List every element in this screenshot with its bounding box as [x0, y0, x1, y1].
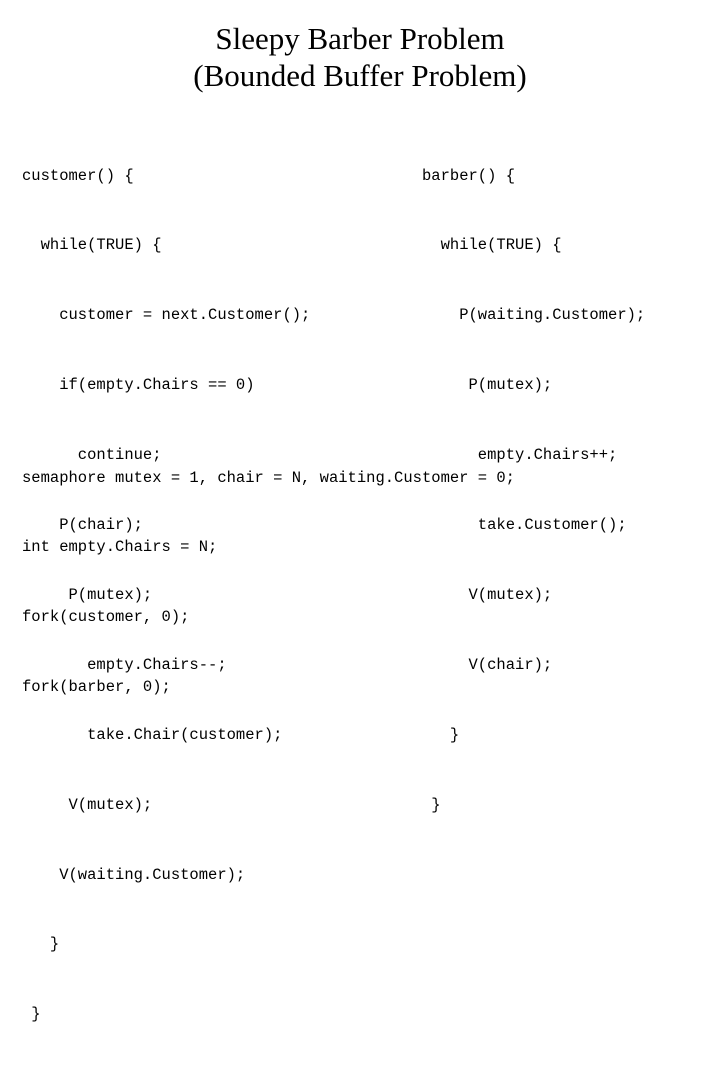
code-line: semaphore mutex = 1, chair = N, waiting.… [22, 468, 515, 487]
code-line: } [22, 1005, 41, 1024]
code-line: customer() { [22, 166, 134, 185]
code-line: P(mutex); [422, 376, 553, 395]
code-line: while(TRUE) { [22, 236, 162, 255]
code-line: barber() { [422, 166, 516, 185]
code-line: V(mutex); [22, 795, 153, 814]
code-line: if(empty.Chairs == 0) [22, 376, 255, 395]
code-line: while(TRUE) { [422, 236, 562, 255]
code-area: customer() { while(TRUE) { customer = ne… [0, 118, 720, 1024]
code-line: P(waiting.Customer); [422, 306, 646, 325]
code-line: } [22, 935, 60, 954]
code-columns: customer() { while(TRUE) { customer = ne… [0, 118, 720, 1024]
page-title: Sleepy Barber Problem (Bounded Buffer Pr… [0, 0, 720, 94]
title-line-2: (Bounded Buffer Problem) [193, 58, 527, 93]
title-line-1: Sleepy Barber Problem [215, 21, 505, 56]
code-line: V(waiting.Customer); [22, 865, 246, 884]
code-line: fork(customer, 0); [22, 608, 190, 627]
code-line: } [422, 795, 441, 814]
slide: Sleepy Barber Problem (Bounded Buffer Pr… [0, 0, 720, 1024]
code-line: customer = next.Customer(); [22, 306, 311, 325]
declarations-block: semaphore mutex = 1, chair = N, waiting.… [22, 420, 515, 746]
code-line: fork(barber, 0); [22, 678, 171, 697]
